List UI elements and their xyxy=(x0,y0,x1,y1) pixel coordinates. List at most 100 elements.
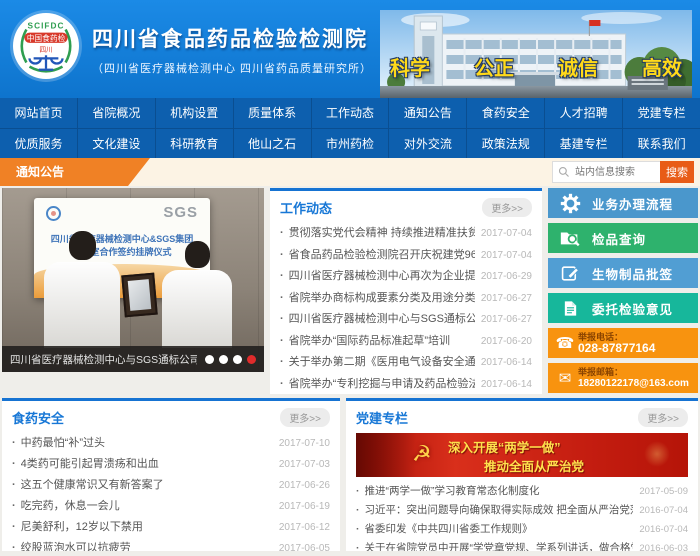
carousel-dots xyxy=(197,355,264,364)
slogan-word: 公正 xyxy=(474,52,514,81)
panel-head: 食药安全 更多>> xyxy=(2,401,340,431)
party-emblem-icon: ☭ xyxy=(412,441,432,467)
nav-item[interactable]: 人才招聘 xyxy=(545,98,623,128)
food-safety-list: 中药最怕“补”过头 2017-07-10 4类药可能引起胃溃疡和出血 2017-… xyxy=(2,431,340,551)
news-text: 关于举办第二期《医用电气设备安全通用要求... xyxy=(289,352,475,374)
carousel-caption[interactable]: 四川省医疗器械检测中心与SGS通标公司成功... xyxy=(2,352,197,367)
nav-item[interactable]: 他山之石 xyxy=(234,129,312,158)
news-item[interactable]: 关于在省院党员中开展“学党章党规、学系列讲话，做合格党员”学... 2016-0… xyxy=(356,539,688,551)
news-item[interactable]: 尼美舒利，12岁以下禁用 2017-06-12 xyxy=(12,517,330,538)
nav-item[interactable]: 对外交流 xyxy=(389,129,467,158)
news-date: 2016-07-04 xyxy=(639,501,688,520)
food-safety-more-button[interactable]: 更多>> xyxy=(280,408,330,427)
news-item[interactable]: 4类药可能引起胃溃疡和出血 2017-07-03 xyxy=(12,454,330,475)
party-banner-line1: 深入开展“两学一做” xyxy=(448,437,561,456)
news-item[interactable]: 省院举办“国际药品标准起草”培训 2017-06-20 xyxy=(280,331,532,353)
news-date: 2017-06-05 xyxy=(279,538,330,551)
award-plaque xyxy=(121,273,158,318)
nav-item[interactable]: 市州药检 xyxy=(312,129,390,158)
report-email-box[interactable]: ✉ 举报邮箱： 18280122178@163.com xyxy=(548,363,698,393)
nav-row-secondary: 优质服务文化建设科研教育他山之石市州药检对外交流政策法规基建专栏联系我们 xyxy=(0,128,700,158)
news-item[interactable]: 四川省医疗器械检测中心再次为企业提供标准... 2017-06-29 xyxy=(280,266,532,288)
news-item[interactable]: 贯彻落实党代会精神 持续推进精准扶贫工作 2017-07-04 xyxy=(280,223,532,245)
party-banner[interactable]: ☭ 深入开展“两学一做” 推动全面从严治党 xyxy=(356,433,688,477)
quicklink-business-process[interactable]: 业务办理流程 xyxy=(548,188,698,218)
carousel-dot[interactable] xyxy=(233,355,242,364)
news-date: 2017-06-29 xyxy=(481,266,532,288)
gears-icon xyxy=(548,193,592,214)
institute-logo: SCIFDC 中国食药检 四川 xyxy=(13,13,79,79)
site-subtitle: （四川省医疗器械检测中心 四川省药品质量研究所） xyxy=(92,60,372,76)
party-banner-line2: 推动全面从严治党 xyxy=(484,456,584,475)
news-item[interactable]: 绞股蓝泡水可以抗疲劳 2017-06-05 xyxy=(12,538,330,551)
news-carousel[interactable]: SGS 四川省医疗器械检测中心&SGS集团 实验室合作签约挂牌仪式 四川省医疗器… xyxy=(2,188,264,372)
news-item[interactable]: 省食品药品检验检测院召开庆祝建党96周年表... 2017-07-04 xyxy=(280,245,532,267)
news-date: 2017-07-04 xyxy=(481,245,532,267)
nav-item[interactable]: 网站首页 xyxy=(0,98,78,128)
sgs-logo: SGS xyxy=(163,204,198,221)
news-item[interactable]: 推进“两学一做”学习教育常态化制度化 2017-05-09 xyxy=(356,482,688,501)
nav-item[interactable]: 机构设置 xyxy=(156,98,234,128)
site-title: 四川省食品药品检验检测院 xyxy=(92,23,372,53)
news-date: 2017-06-14 xyxy=(481,374,532,395)
nav-row-primary: 网站首页省院概况机构设置质量体系工作动态通知公告食药安全人才招聘党建专栏 xyxy=(0,98,700,128)
work-news-more-button[interactable]: 更多>> xyxy=(482,198,532,217)
report-email-text: 举报邮箱： 18280122178@163.com xyxy=(578,367,689,390)
institute-logo-icon: SCIFDC 中国食药检 四川 xyxy=(13,13,79,79)
food-safety-title: 食药安全 xyxy=(12,408,64,427)
nav-item[interactable]: 文化建设 xyxy=(78,129,156,158)
news-text: 省院举办“专利挖掘与申请及药品检验法律风... xyxy=(289,374,475,395)
carousel-caption-bar: 四川省医疗器械检测中心与SGS通标公司成功... xyxy=(2,346,264,372)
news-text: 四川省医疗器械检测中心再次为企业提供标准... xyxy=(289,266,475,288)
news-date: 2016-07-04 xyxy=(639,520,688,539)
carousel-dot[interactable] xyxy=(205,355,214,364)
news-item[interactable]: 四川省医疗器械检测中心与SGS通标公司成功签... 2017-06-27 xyxy=(280,309,532,331)
slogan-word: 高效 xyxy=(642,52,682,81)
quicklink-sample-query[interactable]: 检品查询 xyxy=(548,223,698,253)
panel-head: 党建专栏 更多>> xyxy=(346,401,698,431)
party-building-more-button[interactable]: 更多>> xyxy=(638,408,688,427)
news-item[interactable]: 省院举办“专利挖掘与申请及药品检验法律风... 2017-06-14 xyxy=(280,374,532,395)
main-content: SGS 四川省医疗器械检测中心&SGS集团 实验室合作签约挂牌仪式 四川省医疗器… xyxy=(2,188,698,394)
party-building-list: 推进“两学一做”学习教育常态化制度化 2017-05-09 习近平：突出问题导向… xyxy=(346,480,698,551)
news-item[interactable]: 省委印发《中共四川省委工作规则》 2016-07-04 xyxy=(356,520,688,539)
notice-label[interactable]: 通知公告 xyxy=(0,158,150,186)
nav-item[interactable]: 党建专栏 xyxy=(623,98,700,128)
search-button[interactable]: 搜索 xyxy=(660,161,694,183)
document-icon xyxy=(548,299,592,318)
nav-item[interactable]: 工作动态 xyxy=(312,98,390,128)
nav-item[interactable]: 基建专栏 xyxy=(545,129,623,158)
search-icon xyxy=(558,166,570,178)
news-item[interactable]: 中药最怕“补”过头 2017-07-10 xyxy=(12,433,330,454)
nav-item[interactable]: 科研教育 xyxy=(156,129,234,158)
slogan: 科学公正诚信高效 xyxy=(380,52,692,81)
nav-item[interactable]: 优质服务 xyxy=(0,129,78,158)
news-item[interactable]: 这五个健康常识又有新答案了 2017-06-26 xyxy=(12,475,330,496)
carousel-dot[interactable] xyxy=(247,355,256,364)
news-text: 这五个健康常识又有新答案了 xyxy=(21,475,273,496)
news-item[interactable]: 关于举办第二期《医用电气设备安全通用要求... 2017-06-14 xyxy=(280,352,532,374)
nav-item[interactable]: 通知公告 xyxy=(389,98,467,128)
work-news-title: 工作动态 xyxy=(280,198,332,217)
nav-item[interactable]: 食药安全 xyxy=(467,98,545,128)
report-phone-box[interactable]: ☎ 举报电话： 028-87877164 xyxy=(548,328,698,358)
quicklink-inspection-feedback[interactable]: 委托检验意见 xyxy=(548,293,698,323)
nav-item[interactable]: 政策法规 xyxy=(467,129,545,158)
news-text: 贯彻落实党代会精神 持续推进精准扶贫工作 xyxy=(289,223,475,245)
pencil-square-icon xyxy=(548,264,592,283)
news-item[interactable]: 习近平：突出问题导向确保取得实际成效 把全面从严治党落实到每一... 2016-… xyxy=(356,501,688,520)
main-nav: 网站首页省院概况机构设置质量体系工作动态通知公告食药安全人才招聘党建专栏 优质服… xyxy=(0,98,700,158)
news-text: 四川省医疗器械检测中心与SGS通标公司成功签... xyxy=(289,309,475,331)
quicklink-biologics-release[interactable]: 生物制品批签 xyxy=(548,258,698,288)
news-date: 2017-07-04 xyxy=(481,223,532,245)
nav-item[interactable]: 质量体系 xyxy=(234,98,312,128)
news-item[interactable]: 吃完药，休息一会儿 2017-06-19 xyxy=(12,496,330,517)
news-text: 绞股蓝泡水可以抗疲劳 xyxy=(21,538,273,551)
nav-item[interactable]: 联系我们 xyxy=(623,129,700,158)
nav-item[interactable]: 省院概况 xyxy=(78,98,156,128)
carousel-dot[interactable] xyxy=(219,355,228,364)
news-date: 2017-06-27 xyxy=(481,309,532,331)
person-right xyxy=(162,241,232,348)
news-item[interactable]: 省院举办商标构成要素分类及用途分类识别知... 2017-06-27 xyxy=(280,288,532,310)
person-left xyxy=(44,231,120,348)
